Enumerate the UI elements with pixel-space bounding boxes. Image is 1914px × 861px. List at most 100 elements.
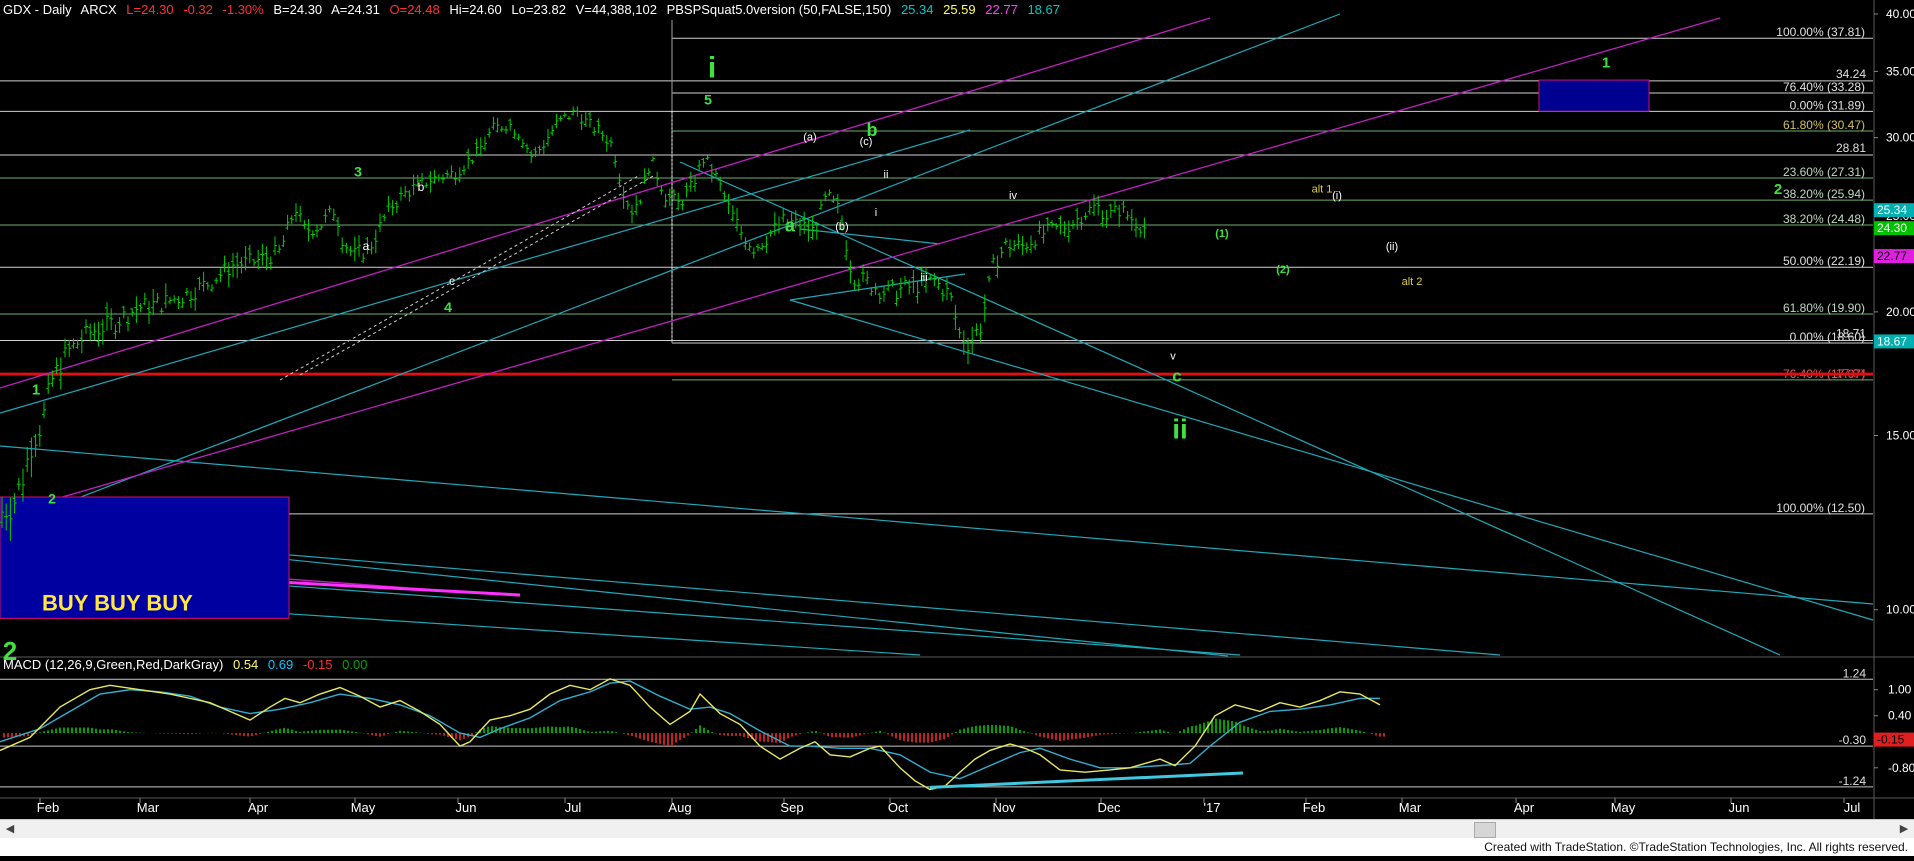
macd-price-tag-label: -0.15 <box>1877 733 1905 747</box>
horizontal-scrollbar[interactable]: ◀ ▶ <box>0 819 1914 839</box>
macd-tick-label: 1.00 <box>1888 683 1912 697</box>
wave-label: b <box>418 180 425 194</box>
price-chart: 40.0035.0030.0025.0020.0015.0010.00100.0… <box>0 0 1914 856</box>
wave-label: v <box>1170 351 1176 363</box>
wave-label: 1 <box>32 382 40 399</box>
symbol-label: GDX - Daily <box>3 2 72 17</box>
last-price: L=24.30 <box>126 2 174 17</box>
macd-value-2: 0.69 <box>267 657 294 672</box>
wave-label: 2 <box>48 491 56 507</box>
date-tick-label: May <box>1611 800 1636 815</box>
wave-label: ii <box>884 169 889 181</box>
bid-value: B=24.30 <box>273 2 323 17</box>
chart-header: GDX - Daily ARCX L=24.30 -0.32 -1.30% B=… <box>3 2 1066 17</box>
macd-value-1: 0.54 <box>232 657 259 672</box>
fib-level-label: 38.20% (24.48) <box>1783 212 1865 226</box>
fib-level-label: 61.80% (19.90) <box>1783 301 1865 315</box>
study-value-4: 18.67 <box>1027 2 1060 17</box>
chart-window: 40.0035.0030.0025.0020.0015.0010.00100.0… <box>0 0 1914 856</box>
level-label: 18.71 <box>1836 327 1866 341</box>
wave-label: (1) <box>1215 228 1229 240</box>
date-tick-label: Jun <box>456 800 477 815</box>
wave-label: 4 <box>444 299 452 315</box>
macd-tick-label: 0.40 <box>1888 709 1912 723</box>
change-value: -0.32 <box>183 2 213 17</box>
open-value: O=24.48 <box>389 2 440 17</box>
wave-label: (ii) <box>1386 241 1398 253</box>
macd-label: MACD (12,26,9,Green,Red,DarkGray) <box>3 657 224 672</box>
fib-level-label: 61.80% (30.47) <box>1783 118 1865 132</box>
date-tick-label: Apr <box>1514 800 1535 815</box>
price-tag-label: 24.30 <box>1877 221 1907 235</box>
wave-label: a <box>363 239 370 253</box>
copyright-footer: Created with TradeStation. ©TradeStation… <box>1484 840 1908 854</box>
macd-tick-label: -0.80 <box>1888 761 1914 775</box>
date-tick-label: Nov <box>992 800 1016 815</box>
macd-level-label: -0.30 <box>1839 733 1867 747</box>
ask-value: A=24.31 <box>331 2 380 17</box>
wave-label: iv <box>1009 190 1017 202</box>
price-tick-label: 15.00 <box>1886 428 1914 442</box>
price-tag-label: 18.67 <box>1877 334 1907 348</box>
date-tick-label: Dec <box>1097 800 1121 815</box>
target-box <box>1538 79 1650 112</box>
level-label: 28.81 <box>1836 141 1866 155</box>
low-value: Lo=23.82 <box>511 2 566 17</box>
fib-level-label: 50.00% (22.19) <box>1783 254 1865 268</box>
exchange-label: ARCX <box>80 2 117 17</box>
date-tick-label: May <box>351 800 376 815</box>
wave-label: a <box>785 216 796 236</box>
price-tag-label: 22.77 <box>1877 249 1907 263</box>
date-tick-label: Feb <box>37 800 59 815</box>
price-tick-label: 20.00 <box>1886 305 1914 319</box>
wave-label: i <box>708 52 716 85</box>
price-tick-label: 30.00 <box>1886 131 1914 145</box>
volume-value: V=44,388,102 <box>575 2 657 17</box>
wave-label: iii <box>920 272 927 284</box>
macd-value-4: 0.00 <box>342 657 368 672</box>
fib-level-label: 100.00% (12.50) <box>1776 501 1865 515</box>
macd-level-label: -1.24 <box>1839 774 1867 788</box>
macd-value-3: -0.15 <box>302 657 333 672</box>
scroll-right-icon[interactable]: ▶ <box>1896 821 1912 837</box>
wave-label: 2 <box>1774 181 1782 198</box>
wave-label: c <box>1172 367 1181 386</box>
date-tick-label: Aug <box>668 800 691 815</box>
high-value: Hi=24.60 <box>449 2 502 17</box>
date-tick-label: Jul <box>1844 800 1861 815</box>
study-value-1: 25.34 <box>900 2 934 17</box>
fib-level-label: 100.00% (37.81) <box>1776 25 1865 39</box>
wave-label: (i) <box>1332 190 1342 202</box>
wave-label: 1 <box>1602 55 1610 72</box>
date-tick-label: Oct <box>888 800 909 815</box>
wave-label: (c) <box>860 136 873 148</box>
fib-level-label: 38.20% (25.94) <box>1783 187 1865 201</box>
fib-level-label: 76.40% (33.28) <box>1783 80 1865 94</box>
wave-label: 3 <box>354 164 362 180</box>
wave-label: i <box>875 207 877 219</box>
wave-label: ii <box>1172 413 1188 444</box>
wave-label: alt 2 <box>1402 276 1423 288</box>
price-tick-label: 40.00 <box>1886 7 1914 21</box>
price-tag-label: 25.34 <box>1877 203 1907 217</box>
fib-level-label: 23.60% (27.31) <box>1783 165 1865 179</box>
wave-label: c <box>449 274 455 288</box>
date-tick-label: Jun <box>1729 800 1750 815</box>
price-tick-label: 10.00 <box>1886 603 1914 617</box>
scroll-left-icon[interactable]: ◀ <box>2 821 18 837</box>
change-percent: -1.30% <box>222 2 264 17</box>
status-bar: Created with TradeStation. ©TradeStation… <box>0 838 1914 856</box>
wave-label: 5 <box>704 92 712 108</box>
date-tick-label: '17 <box>1204 800 1221 815</box>
study-label: PBSPSquat5.0version (50,FALSE,150) <box>666 2 892 17</box>
scroll-thumb[interactable] <box>1474 822 1496 838</box>
macd-header: MACD (12,26,9,Green,Red,DarkGray) 0.54 0… <box>3 657 373 672</box>
date-tick-label: Mar <box>1399 800 1422 815</box>
price-tick-label: 35.00 <box>1886 64 1914 78</box>
fib-level-label: 0.00% (31.89) <box>1790 98 1865 112</box>
buy-box-label: BUY BUY BUY <box>42 590 193 615</box>
date-tick-label: Feb <box>1303 800 1325 815</box>
date-tick-label: Apr <box>248 800 269 815</box>
wave-label: alt 1 <box>1312 184 1333 196</box>
study-value-2: 25.59 <box>943 2 976 17</box>
